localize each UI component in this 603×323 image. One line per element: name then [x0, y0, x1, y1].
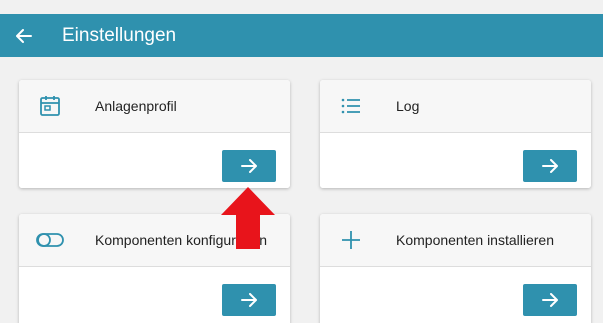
- open-log-button[interactable]: [523, 150, 577, 182]
- card-komponenten-installieren: Komponenten installieren: [320, 214, 591, 323]
- red-up-arrow-icon: [221, 187, 275, 249]
- plus-icon: [334, 223, 368, 257]
- card-label: Komponenten installieren: [396, 232, 554, 248]
- card-header: Anlagenprofil: [19, 80, 290, 133]
- card-log: Log: [320, 80, 591, 188]
- arrow-right-icon: [542, 159, 558, 173]
- arrow-right-icon: [241, 159, 257, 173]
- open-komponenten-konfigurieren-button[interactable]: [222, 284, 276, 316]
- card-body: [19, 133, 290, 188]
- back-button[interactable]: [0, 14, 48, 57]
- card-body: [320, 267, 591, 323]
- list-icon: [334, 89, 368, 123]
- card-header: Log: [320, 80, 591, 133]
- arrow-left-icon: [16, 28, 32, 43]
- card-label: Log: [396, 98, 420, 114]
- card-anlagenprofil: Anlagenprofil: [19, 80, 290, 188]
- page-title: Einstellungen: [62, 24, 177, 46]
- open-anlagenprofil-button[interactable]: [222, 150, 276, 182]
- calendar-icon: [33, 89, 67, 123]
- card-body: [320, 133, 591, 188]
- arrow-right-icon: [241, 293, 257, 307]
- card-header: Komponenten installieren: [320, 214, 591, 267]
- toggle-icon: [33, 223, 67, 257]
- card-label: Anlagenprofil: [95, 98, 177, 114]
- app-header: Einstellungen: [0, 14, 603, 57]
- open-komponenten-installieren-button[interactable]: [523, 284, 577, 316]
- card-body: [19, 267, 290, 323]
- arrow-right-icon: [542, 293, 558, 307]
